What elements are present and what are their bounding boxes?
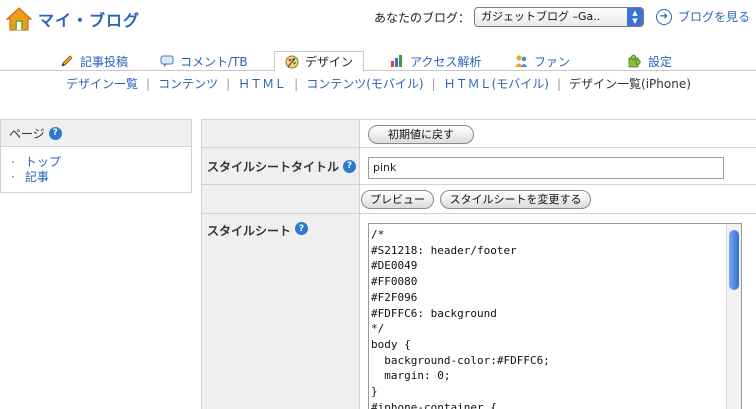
arrow-right-circle-icon: ➜ <box>656 8 672 25</box>
stylesheet-textarea[interactable]: /* #S21218: header/footer #DE0049 #FF008… <box>368 223 742 409</box>
stylesheet-label: スタイルシート <box>207 224 292 238</box>
tab-design-label: デザイン <box>305 55 354 69</box>
subnav-separator: | <box>556 77 562 91</box>
tab-fans-label: ファン <box>534 54 571 69</box>
tab-post-label: 記事投稿 <box>80 54 129 69</box>
subnav-separator: | <box>431 77 436 91</box>
comment-icon <box>160 54 174 68</box>
design-subnav: デザイン一覧 | コンテンツ | ＨＴＭＬ | コンテンツ(モバイル) | ＨＴＭＬ(モバイル)… <box>66 75 691 92</box>
subnav-separator: | <box>226 77 231 91</box>
stylesheet-form: 初期値に戻す スタイルシートタイトル ? pink プレビュー スタイルシートを… <box>201 119 756 409</box>
help-icon[interactable]: ? <box>48 126 62 140</box>
blog-select[interactable]: ガジェットブログ –Ga.. ▲ ▼ <box>474 7 644 27</box>
sidebar-item-article-label: 記事 <box>24 170 49 184</box>
tab-settings[interactable]: 設定 <box>628 51 672 71</box>
bullet-icon: · <box>11 170 15 184</box>
pencil-icon <box>60 54 74 68</box>
change-stylesheet-button[interactable]: スタイルシートを変更する <box>440 190 591 209</box>
stylesheet-title-label: スタイルシートタイトル <box>207 159 340 174</box>
reset-row: 初期値に戻す <box>202 120 756 148</box>
sidebar-item-top-label: トップ <box>24 155 61 169</box>
blog-select-value: ガジェットブログ –Ga.. <box>481 10 601 23</box>
help-icon[interactable]: ? <box>295 222 309 235</box>
bar-chart-icon <box>390 54 404 68</box>
sidebar-item-top[interactable]: · トップ <box>11 155 191 170</box>
blog-select-label: あなたのブログ： <box>374 11 471 25</box>
action-row: プレビュー スタイルシートを変更する <box>202 185 756 214</box>
tab-design[interactable]: デザイン <box>274 51 365 72</box>
sidebar-heading: ページ ? <box>1 120 191 147</box>
subnav-separator: | <box>146 77 151 91</box>
home-icon <box>5 6 33 32</box>
help-icon[interactable]: ? <box>343 159 357 173</box>
select-arrows-icon: ▲ ▼ <box>627 8 643 26</box>
puzzle-icon <box>628 54 642 68</box>
tab-comment[interactable]: コメント/TB <box>160 51 248 71</box>
subnav-html-mobile[interactable]: ＨＴＭＬ(モバイル) <box>444 77 549 91</box>
tab-post[interactable]: 記事投稿 <box>60 51 128 71</box>
page-sidebar: ページ ? · トップ · 記事 <box>0 119 192 193</box>
main-tabs: 記事投稿 コメント/TB デザイン アクセス解析 ファン 設定 <box>0 51 756 72</box>
sidebar-list: · トップ · 記事 <box>1 147 191 185</box>
tab-comment-label: コメント/TB <box>180 54 248 69</box>
subnav-html[interactable]: ＨＴＭＬ <box>238 77 286 91</box>
preview-button[interactable]: プレビュー <box>361 190 434 209</box>
site-title: マイ・ブログ <box>38 11 141 30</box>
tab-analytics[interactable]: アクセス解析 <box>390 51 481 71</box>
stylesheet-content: /* #S21218: header/footer #DE0049 #FF008… <box>371 228 550 409</box>
subnav-design-list-iphone: デザイン一覧(iPhone) <box>569 77 691 91</box>
scrollbar-thumb[interactable] <box>729 230 739 290</box>
fans-icon <box>514 54 528 68</box>
subnav-separator: | <box>294 77 299 91</box>
stylesheet-label-cell: スタイルシート ? <box>202 214 360 409</box>
action-row-label-cell <box>202 185 360 213</box>
subnav-contents[interactable]: コンテンツ <box>158 77 218 91</box>
stylesheet-title-input[interactable]: pink <box>368 157 724 179</box>
subnav-design-list[interactable]: デザイン一覧 <box>66 77 138 91</box>
site-logo[interactable]: マイ・ブログ <box>5 6 141 32</box>
tab-analytics-label: アクセス解析 <box>410 54 482 69</box>
sidebar-heading-label: ページ <box>9 126 45 141</box>
textarea-scrollbar[interactable] <box>726 224 741 409</box>
tab-fans[interactable]: ファン <box>514 51 570 71</box>
reset-button[interactable]: 初期値に戻す <box>368 125 474 144</box>
title-label-cell: スタイルシートタイトル ? <box>202 148 360 184</box>
view-blog-link[interactable]: ➜ ブログを見る <box>656 8 750 25</box>
sidebar-item-article[interactable]: · 記事 <box>11 170 191 185</box>
palette-icon <box>285 55 299 69</box>
bullet-icon: · <box>11 155 15 169</box>
reset-row-label-cell <box>202 120 360 147</box>
view-blog-label: ブログを見る <box>678 10 751 24</box>
tab-settings-label: 設定 <box>648 54 673 69</box>
subnav-contents-mobile[interactable]: コンテンツ(モバイル) <box>306 77 423 91</box>
